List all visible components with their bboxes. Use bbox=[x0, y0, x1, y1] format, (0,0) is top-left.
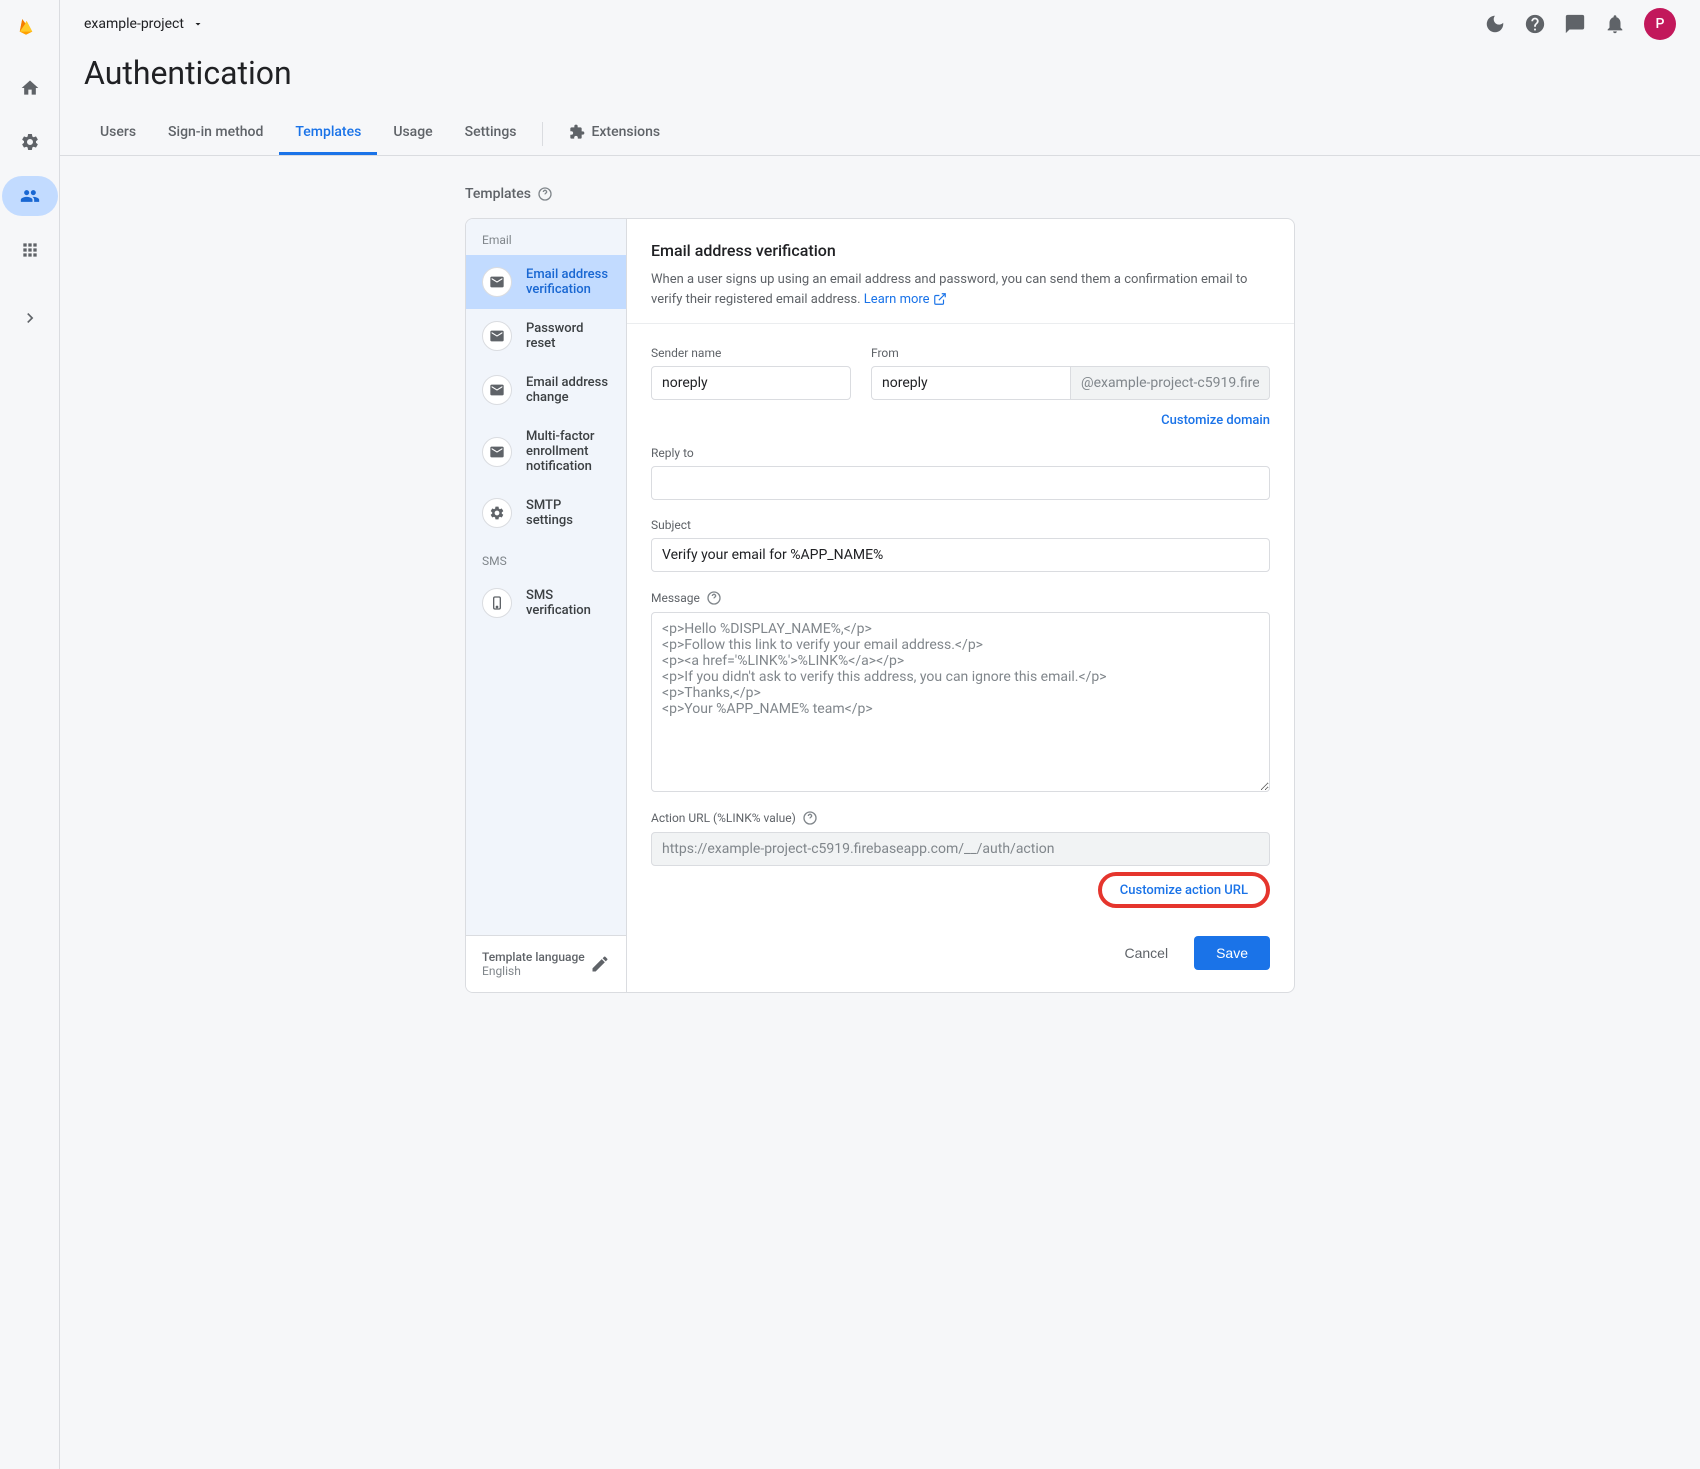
mail-icon bbox=[482, 321, 512, 351]
whats-new-icon[interactable] bbox=[1564, 13, 1586, 35]
help-circle-icon[interactable] bbox=[706, 590, 722, 606]
reply-to-label: Reply to bbox=[651, 446, 1270, 460]
nav-home-icon[interactable] bbox=[10, 68, 50, 108]
sender-name-input[interactable] bbox=[651, 366, 851, 400]
from-label: From bbox=[871, 346, 1270, 360]
template-item-sms[interactable]: SMS verification bbox=[466, 576, 626, 630]
tab-signin-method[interactable]: Sign-in method bbox=[152, 112, 279, 155]
template-list: Email Email address verification Passwor… bbox=[466, 219, 627, 992]
nav-apps-icon[interactable] bbox=[10, 230, 50, 270]
help-icon[interactable] bbox=[1524, 13, 1546, 35]
mail-icon bbox=[482, 267, 512, 297]
tab-usage[interactable]: Usage bbox=[377, 112, 448, 155]
notifications-icon[interactable] bbox=[1604, 13, 1626, 35]
nav-expand-icon[interactable] bbox=[10, 298, 50, 338]
form-title: Email address verification bbox=[651, 241, 1270, 260]
tab-extensions[interactable]: Extensions bbox=[553, 112, 676, 155]
nav-settings-icon[interactable] bbox=[10, 122, 50, 162]
tab-divider bbox=[542, 122, 543, 146]
topbar: example-project P bbox=[60, 0, 1700, 48]
save-button[interactable]: Save bbox=[1194, 936, 1270, 970]
extension-icon bbox=[569, 124, 585, 140]
tab-templates[interactable]: Templates bbox=[279, 112, 377, 155]
dark-mode-icon[interactable] bbox=[1484, 13, 1506, 35]
message-textarea[interactable] bbox=[651, 612, 1270, 792]
tabs: Users Sign-in method Templates Usage Set… bbox=[60, 112, 1700, 156]
from-domain-input bbox=[1071, 366, 1270, 400]
section-header: Templates bbox=[465, 186, 1295, 202]
template-item-mfa[interactable]: Multi-factor enrollment notification bbox=[466, 417, 626, 486]
phone-icon bbox=[482, 588, 512, 618]
template-item-email-change[interactable]: Email address change bbox=[466, 363, 626, 417]
template-item-email-verification[interactable]: Email address verification bbox=[466, 255, 626, 309]
mail-icon bbox=[482, 437, 512, 467]
chevron-down-icon bbox=[192, 18, 204, 30]
customize-action-url-link[interactable]: Customize action URL bbox=[1120, 883, 1248, 898]
firebase-logo[interactable] bbox=[16, 16, 44, 44]
gear-icon bbox=[482, 498, 512, 528]
page-title: Authentication bbox=[60, 48, 1700, 92]
action-url-label: Action URL (%LINK% value) bbox=[651, 810, 1270, 826]
message-label: Message bbox=[651, 590, 1270, 606]
form-pane: Email address verification When a user s… bbox=[627, 219, 1294, 992]
template-language-label: Template language bbox=[482, 950, 585, 964]
tab-users[interactable]: Users bbox=[84, 112, 152, 155]
subject-label: Subject bbox=[651, 518, 1270, 532]
help-circle-icon[interactable] bbox=[802, 810, 818, 826]
form-description: When a user signs up using an email addr… bbox=[651, 270, 1270, 309]
action-url-input bbox=[651, 832, 1270, 866]
template-group-sms: SMS bbox=[466, 540, 626, 576]
help-circle-icon[interactable] bbox=[537, 186, 553, 202]
customize-domain-link[interactable]: Customize domain bbox=[1161, 413, 1270, 428]
form-divider bbox=[627, 323, 1294, 324]
template-group-email: Email bbox=[466, 219, 626, 255]
customize-action-url-highlight: Customize action URL bbox=[1098, 872, 1270, 908]
subject-input[interactable] bbox=[651, 538, 1270, 572]
reply-to-input[interactable] bbox=[651, 466, 1270, 500]
external-link-icon bbox=[933, 292, 947, 306]
cancel-button[interactable]: Cancel bbox=[1112, 937, 1180, 969]
learn-more-link[interactable]: Learn more bbox=[864, 292, 947, 307]
project-selector[interactable]: example-project bbox=[84, 16, 204, 32]
from-local-input[interactable] bbox=[871, 366, 1071, 400]
templates-card: Email Email address verification Passwor… bbox=[465, 218, 1295, 993]
tab-settings[interactable]: Settings bbox=[449, 112, 533, 155]
template-item-smtp[interactable]: SMTP settings bbox=[466, 486, 626, 540]
edit-icon[interactable] bbox=[590, 954, 610, 974]
mail-icon bbox=[482, 375, 512, 405]
left-nav-sidebar bbox=[0, 0, 60, 1469]
sender-name-label: Sender name bbox=[651, 346, 851, 360]
project-name: example-project bbox=[84, 16, 184, 32]
nav-auth-icon[interactable] bbox=[2, 176, 58, 216]
template-language-row: Template language English bbox=[466, 935, 626, 992]
user-avatar[interactable]: P bbox=[1644, 8, 1676, 40]
template-item-password-reset[interactable]: Password reset bbox=[466, 309, 626, 363]
template-language-value: English bbox=[482, 964, 585, 978]
